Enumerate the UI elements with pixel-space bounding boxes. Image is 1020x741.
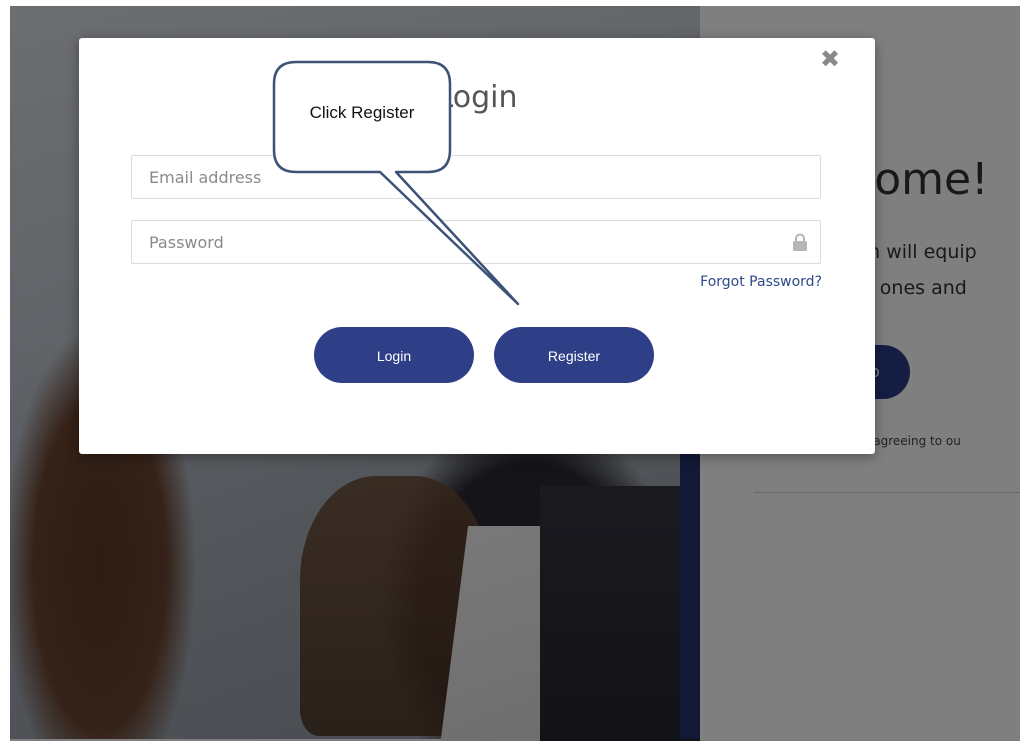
register-button[interactable]: Register xyxy=(494,327,654,383)
close-icon[interactable]: ✖ xyxy=(817,46,843,72)
callout-text: Click Register xyxy=(309,103,415,122)
forgot-password-link[interactable]: Forgot Password? xyxy=(700,274,822,290)
window-left-edge xyxy=(0,0,10,741)
callout-bubble xyxy=(272,60,520,306)
screen: come! am will equip ed ones and o are ag… xyxy=(0,0,1020,741)
window-top-edge xyxy=(0,0,1020,6)
login-button[interactable]: Login xyxy=(314,327,474,383)
lock-icon xyxy=(793,233,807,251)
